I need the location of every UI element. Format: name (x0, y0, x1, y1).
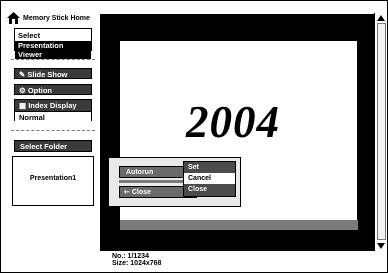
submenu-close[interactable]: Close (184, 184, 235, 195)
sidebar: Memory Stick Home Select Presentation Vi… (1, 1, 99, 272)
file-number: No.: 1/1234 (112, 253, 149, 260)
submenu-set[interactable]: Set (184, 162, 235, 173)
scroll-up-icon[interactable] (377, 15, 385, 21)
folder-item-label: Presentation1 (29, 175, 77, 182)
slide-title: 2004 (186, 97, 280, 147)
slide-show-button[interactable]: ✎ Slide Show (14, 68, 92, 79)
autorun-submenu: Set Cancel Close (183, 161, 236, 197)
slideshow-icon: ✎ (19, 70, 26, 79)
option-icon: ⚙ (19, 86, 26, 95)
option-label: Option (27, 86, 52, 95)
close-label: Close (131, 189, 151, 196)
scrollbar[interactable] (374, 13, 387, 251)
divider (11, 130, 95, 131)
scroll-thumb[interactable] (377, 23, 386, 240)
back-arrow-icon: ⇠ (124, 189, 130, 196)
autorun-button[interactable]: Autorun (119, 166, 189, 178)
file-size: Size: 1024x768 (112, 260, 162, 267)
home-icon (7, 12, 20, 24)
index-display-mode: Normal (15, 111, 91, 123)
scroll-down-icon[interactable] (377, 243, 385, 249)
divider (11, 59, 95, 60)
index-display-button[interactable]: ▦ Index Display Normal (14, 99, 92, 123)
option-button[interactable]: ⚙ Option (14, 84, 92, 95)
index-display-label: Index Display (28, 101, 77, 110)
folder-item[interactable]: Presentation1 (12, 156, 94, 206)
slide-shadow (120, 220, 358, 230)
home-link[interactable]: Memory Stick Home (7, 10, 90, 26)
submenu-cancel[interactable]: Cancel (184, 173, 235, 184)
select-presentation-viewer-button[interactable]: Select Presentation Viewer (14, 28, 92, 59)
presentation-viewer-label: Presentation Viewer (15, 41, 91, 59)
home-label: Memory Stick Home (23, 14, 90, 22)
index-display-icon: ▦ (19, 101, 27, 110)
select-label: Select (18, 31, 41, 40)
select-folder-button[interactable]: Select Folder (14, 140, 92, 152)
slide-show-label: Slide Show (27, 70, 68, 79)
file-info: No.: 1/1234 Size: 1024x768 (112, 253, 161, 267)
